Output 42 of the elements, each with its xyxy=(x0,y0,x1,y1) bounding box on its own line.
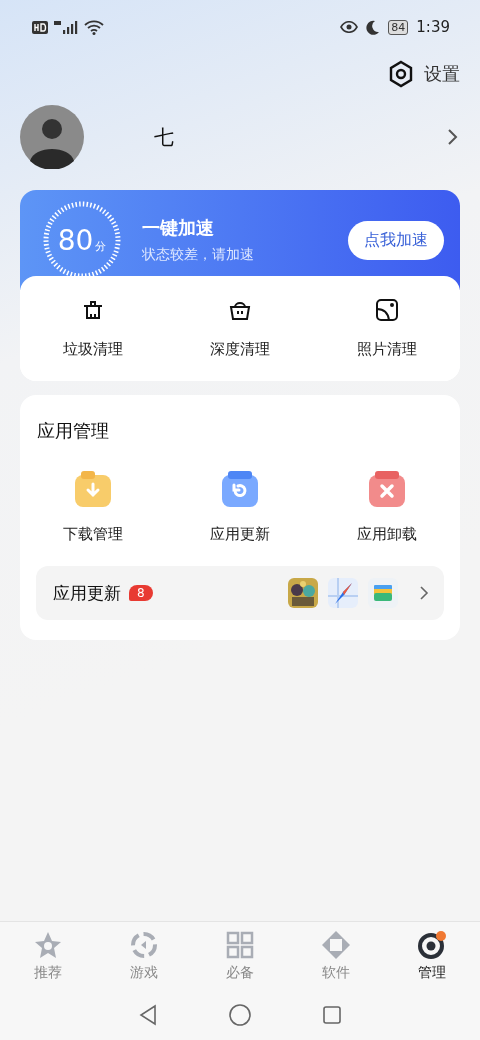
folder-download-icon xyxy=(73,469,114,509)
battery-level: 84 xyxy=(388,19,409,35)
refresh-icon xyxy=(220,469,260,509)
clock-time: 1:39 xyxy=(416,18,450,36)
avatar xyxy=(20,105,84,169)
cleanup-tool[interactable]: 垃圾清理 xyxy=(20,296,167,359)
gamepad-ring-icon xyxy=(129,930,159,960)
score-unit: 分 xyxy=(95,238,107,254)
wifi-icon xyxy=(84,19,104,35)
chevron-right-icon xyxy=(418,584,430,602)
management-tool[interactable]: 应用更新 xyxy=(166,469,314,544)
chevron-right-icon[interactable] xyxy=(446,127,460,147)
score-value: 80 xyxy=(57,223,94,257)
hd-icon xyxy=(32,20,48,34)
wallet-app-icon xyxy=(368,578,398,608)
diamond-icon xyxy=(321,930,351,960)
compass-app-icon xyxy=(328,578,358,608)
boost-title: 一键加速 xyxy=(142,216,215,240)
eye-icon xyxy=(340,21,359,33)
moon-icon xyxy=(366,19,381,35)
target-icon xyxy=(417,930,447,960)
update-count-badge: 8 xyxy=(129,585,153,601)
app-updates-row[interactable]: 应用更新 8 xyxy=(36,566,444,620)
section-title: 应用管理 xyxy=(36,419,110,443)
boost-subtitle: 状态较差，请加速 xyxy=(142,246,255,264)
delete-icon xyxy=(366,469,407,509)
updates-label: 应用更新 xyxy=(53,581,121,605)
settings-button[interactable]: 设置 xyxy=(388,60,460,88)
nav-tab[interactable]: 管理 xyxy=(384,922,480,990)
settings-icon xyxy=(388,60,414,88)
back-icon[interactable] xyxy=(138,1004,158,1026)
management-tool[interactable]: 应用卸载 xyxy=(313,469,460,544)
cleanup-tool[interactable]: 照片清理 xyxy=(313,296,460,359)
home-icon[interactable] xyxy=(228,1003,252,1027)
user-name: 七 xyxy=(154,123,175,151)
cleanup-tool[interactable]: 深度清理 xyxy=(166,296,314,359)
management-tool[interactable]: 下载管理 xyxy=(20,469,167,544)
grid-icon xyxy=(225,930,255,960)
star-icon xyxy=(33,930,63,960)
signal-icon xyxy=(54,20,78,34)
recents-icon[interactable] xyxy=(322,1005,342,1025)
boost-button[interactable]: 点我加速 xyxy=(348,220,444,260)
